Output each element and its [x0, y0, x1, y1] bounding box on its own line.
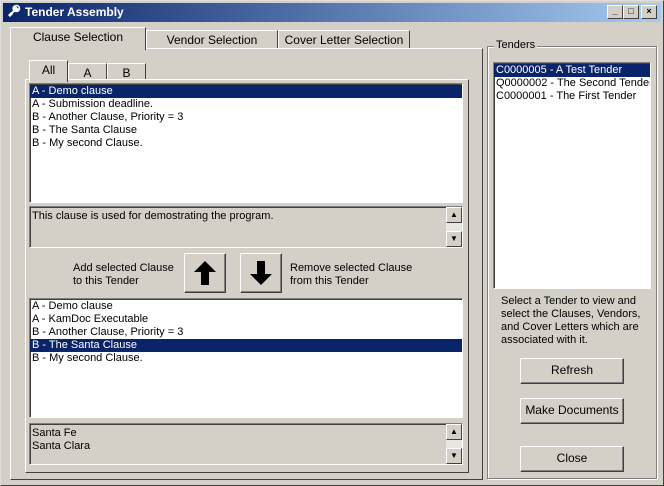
add-clause-label-line2: to this Tender: [73, 275, 139, 287]
tab-clause-selection[interactable]: Clause Selection: [10, 27, 146, 50]
available-clauses-list[interactable]: A - Demo clause A - Submission deadline.…: [29, 83, 463, 203]
list-item[interactable]: B - My second Clause.: [30, 137, 462, 150]
arrow-down-icon: [250, 261, 272, 285]
arrow-down-icon: ▼: [450, 451, 458, 460]
list-item[interactable]: A - Demo clause: [30, 300, 462, 313]
list-item[interactable]: Q0000002 - The Second Tender: [494, 77, 650, 90]
tenders-group-label: Tenders: [494, 39, 538, 51]
clause-text-line: Santa Fe: [32, 427, 77, 439]
tab-label: Clause Selection: [32, 30, 124, 44]
scroll-up-button[interactable]: ▲: [446, 424, 462, 440]
scroll-up-button[interactable]: ▲: [446, 207, 462, 223]
list-item[interactable]: B - Another Clause, Priority = 3: [30, 111, 462, 124]
scroll-down-button[interactable]: ▼: [446, 448, 462, 464]
arrow-up-icon: ▲: [450, 210, 458, 219]
add-clause-button[interactable]: [184, 253, 226, 293]
tab-label: Vendor Selection: [166, 33, 258, 47]
tenders-list[interactable]: C0000005 - A Test Tender Q0000002 - The …: [493, 62, 651, 289]
arrow-down-icon: ▼: [450, 234, 458, 243]
remove-clause-label-line1: Remove selected Clause: [290, 262, 413, 274]
arrow-up-icon: ▲: [450, 427, 458, 436]
maximize-button[interactable]: □: [623, 5, 639, 19]
title-bar[interactable]: Tender Assembly _ □ ×: [3, 3, 661, 22]
close-window-button[interactable]: ×: [641, 5, 657, 19]
tenders-help-line: Select a Tender to view and: [501, 295, 636, 307]
subtab-all[interactable]: All: [29, 60, 68, 82]
scroll-down-button[interactable]: ▼: [446, 231, 462, 247]
clause-text-box[interactable]: Santa Fe Santa Clara ▲ ▼: [29, 423, 463, 465]
clause-description-box[interactable]: This clause is used for demostrating the…: [29, 206, 463, 248]
tab-label: Cover Letter Selection: [284, 33, 404, 47]
remove-clause-button[interactable]: [240, 253, 282, 293]
list-item[interactable]: A - Submission deadline.: [30, 98, 462, 111]
list-item[interactable]: B - Another Clause, Priority = 3: [30, 326, 462, 339]
add-clause-label-line1: Add selected Clause: [73, 262, 174, 274]
close-button[interactable]: Close: [520, 446, 624, 472]
refresh-button[interactable]: Refresh: [520, 358, 624, 384]
description-scrollbar[interactable]: ▲ ▼: [446, 207, 462, 247]
tenders-help-line: select the Clauses, Vendors,: [501, 308, 641, 320]
window-title: Tender Assembly: [25, 5, 124, 19]
close-button-label: Close: [556, 451, 588, 465]
tab-cover-letter-selection[interactable]: Cover Letter Selection: [278, 30, 410, 50]
tender-assembly-window: Tender Assembly _ □ × Clause Selection V…: [0, 0, 664, 486]
list-item[interactable]: A - Demo clause: [30, 85, 462, 98]
subtab-label: B: [122, 66, 131, 80]
tender-clauses-list[interactable]: A - Demo clause A - KamDoc Executable B …: [29, 298, 463, 418]
arrow-up-icon: [194, 261, 216, 285]
refresh-button-label: Refresh: [550, 363, 594, 377]
list-item[interactable]: C0000005 - A Test Tender: [494, 64, 650, 77]
tenders-help-line: associated with it.: [501, 334, 588, 346]
make-documents-button-label: Make Documents: [525, 403, 619, 417]
list-item[interactable]: B - The Santa Clause: [30, 339, 462, 352]
list-item[interactable]: A - KamDoc Executable: [30, 313, 462, 326]
wrench-icon: [6, 4, 22, 20]
subtab-label: All: [41, 63, 56, 77]
clause-text-scrollbar[interactable]: ▲ ▼: [446, 424, 462, 464]
clause-description-text: This clause is used for demostrating the…: [32, 210, 274, 222]
subtab-label: A: [83, 66, 92, 80]
make-documents-button[interactable]: Make Documents: [520, 398, 624, 424]
remove-clause-label-line2: from this Tender: [290, 275, 369, 287]
maximize-icon: □: [628, 6, 634, 16]
list-item[interactable]: C0000001 - The First Tender: [494, 90, 650, 103]
list-item[interactable]: B - My second Clause.: [30, 352, 462, 365]
close-icon: ×: [646, 6, 652, 16]
clause-text-line: Santa Clara: [32, 440, 91, 452]
tenders-help-line: and Cover Letters which are: [501, 321, 639, 333]
tab-vendor-selection[interactable]: Vendor Selection: [146, 30, 278, 50]
minimize-icon: _: [612, 6, 618, 16]
list-item[interactable]: B - The Santa Clause: [30, 124, 462, 137]
minimize-button[interactable]: _: [607, 5, 623, 19]
